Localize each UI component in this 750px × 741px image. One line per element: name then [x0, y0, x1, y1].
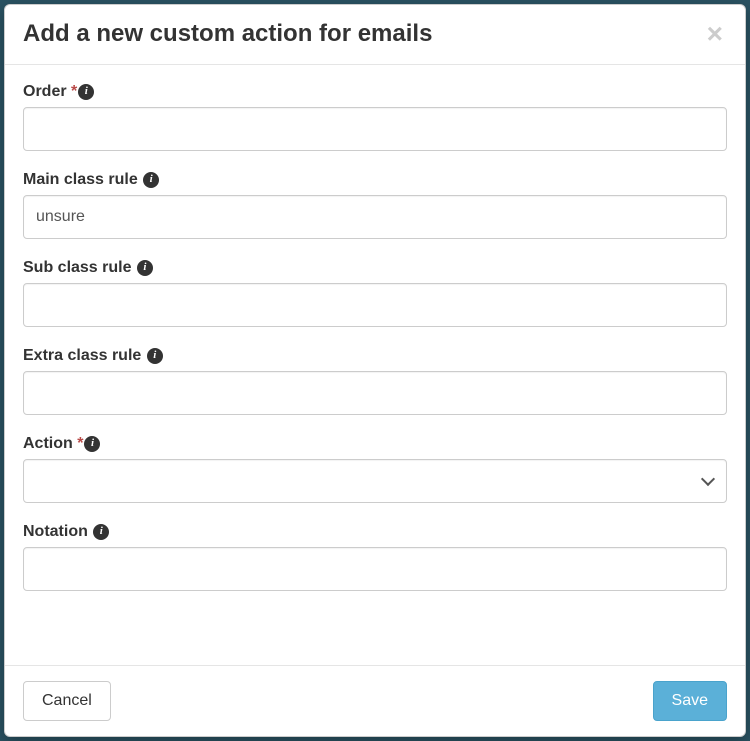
action-label: Action *i [23, 435, 727, 453]
add-custom-action-modal: Add a new custom action for emails × Ord… [4, 4, 746, 737]
info-icon[interactable]: i [137, 260, 153, 276]
main-class-rule-input[interactable] [23, 195, 727, 239]
notation-label-text: Notation [23, 523, 88, 540]
modal-footer: Cancel Save [5, 665, 745, 736]
order-label: Order *i [23, 83, 727, 101]
extra-class-rule-label: Extra class rule i [23, 347, 727, 365]
field-notation: Notation i [23, 523, 727, 591]
order-label-text: Order [23, 83, 67, 100]
action-select-wrap [23, 459, 727, 503]
save-button[interactable]: Save [653, 681, 727, 721]
info-icon[interactable]: i [147, 348, 163, 364]
main-class-rule-label-text: Main class rule [23, 171, 138, 188]
info-icon[interactable]: i [143, 172, 159, 188]
field-extra-class-rule: Extra class rule i [23, 347, 727, 415]
modal-title: Add a new custom action for emails [23, 20, 703, 49]
close-icon[interactable]: × [703, 20, 727, 48]
cancel-button[interactable]: Cancel [23, 681, 111, 721]
notation-input[interactable] [23, 547, 727, 591]
field-order: Order *i [23, 83, 727, 151]
info-icon[interactable]: i [84, 436, 100, 452]
sub-class-rule-input[interactable] [23, 283, 727, 327]
action-label-text: Action [23, 435, 73, 452]
modal-header: Add a new custom action for emails × [5, 5, 745, 65]
required-indicator: * [71, 83, 77, 100]
field-sub-class-rule: Sub class rule i [23, 259, 727, 327]
sub-class-rule-label-text: Sub class rule [23, 259, 132, 276]
order-input[interactable] [23, 107, 727, 151]
field-action: Action *i [23, 435, 727, 503]
modal-body: Order *i Main class rule i Sub class rul… [5, 65, 745, 665]
extra-class-rule-input[interactable] [23, 371, 727, 415]
field-main-class-rule: Main class rule i [23, 171, 727, 239]
required-indicator: * [77, 435, 83, 452]
main-class-rule-label: Main class rule i [23, 171, 727, 189]
action-select[interactable] [23, 459, 727, 503]
sub-class-rule-label: Sub class rule i [23, 259, 727, 277]
info-icon[interactable]: i [93, 524, 109, 540]
notation-label: Notation i [23, 523, 727, 541]
extra-class-rule-label-text: Extra class rule [23, 347, 141, 364]
info-icon[interactable]: i [78, 84, 94, 100]
